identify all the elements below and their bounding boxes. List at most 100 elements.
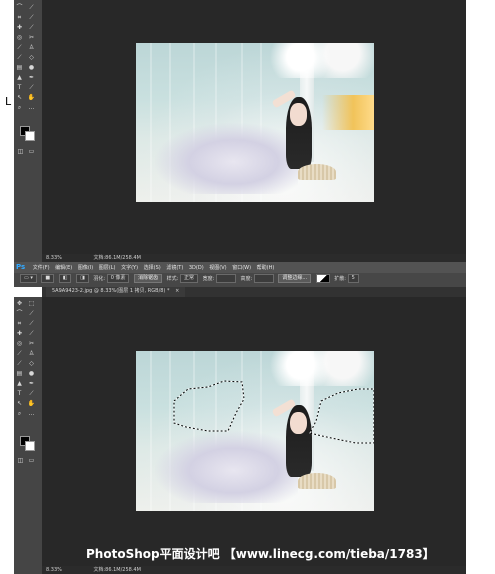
screen-mode-icon[interactable]: ▭: [28, 148, 35, 155]
menu-help[interactable]: 帮助(H): [257, 265, 275, 271]
refine-edge-button[interactable]: 调整边缘...: [278, 274, 312, 283]
menu-select[interactable]: 选择(S): [144, 265, 161, 271]
gradient-icon[interactable]: ▤: [16, 64, 23, 71]
feather-input[interactable]: 0 像素: [106, 274, 130, 283]
menu-3d[interactable]: 3D(D): [189, 265, 204, 271]
eyedropper-icon[interactable]: ⟋: [28, 320, 35, 327]
crop-icon[interactable]: ✂: [28, 34, 35, 41]
bottom-canvas: PhotoShop平面设计吧 【www.linecg.com/tieba/178…: [42, 297, 466, 566]
stamp-icon[interactable]: ♙: [28, 44, 35, 51]
zoom-icon[interactable]: ⌕: [16, 104, 23, 111]
selection-add-icon[interactable]: ◧: [58, 274, 72, 283]
style-select[interactable]: 正常: [179, 274, 198, 283]
path-select-icon[interactable]: ↖: [16, 400, 23, 407]
selection-marquee[interactable]: [136, 351, 374, 511]
blur-icon[interactable]: ●: [28, 64, 35, 71]
feather-label: 羽化:: [93, 276, 106, 282]
crop-icon[interactable]: ⌗: [16, 320, 23, 327]
hand-icon[interactable]: ✋: [28, 94, 35, 101]
patch-icon[interactable]: ◎: [16, 340, 23, 347]
eraser-icon[interactable]: ◇: [28, 360, 35, 367]
eyedropper-icon[interactable]: ⟋: [28, 14, 35, 21]
healing-brush-icon[interactable]: ✚: [16, 330, 23, 337]
screen-mode-icon[interactable]: ▭: [28, 457, 35, 464]
watermark: PhotoShop平面设计吧 【www.linecg.com/tieba/178…: [86, 547, 435, 561]
text-icon[interactable]: T: [16, 84, 23, 91]
top-status-bar: 8.33% 文档:86.1M/258.4M: [42, 254, 466, 262]
more-icon[interactable]: …: [28, 410, 35, 417]
style-label: 样式:: [166, 276, 179, 282]
hand-icon[interactable]: ✋: [28, 400, 35, 407]
document-title: 5A9A9423-2.jpg @ 8.33%(图层 1 拷贝, RGB/8) *: [52, 288, 170, 294]
selection-subtract-icon[interactable]: ◨: [76, 274, 89, 283]
eraser-icon[interactable]: ◇: [28, 54, 35, 61]
brush-icon[interactable]: ⟋: [28, 24, 35, 31]
ps-logo: Ps: [16, 263, 26, 271]
quick-mask-icon[interactable]: ◫: [17, 457, 24, 464]
history-brush-icon[interactable]: ⟋: [16, 360, 23, 367]
patch-icon[interactable]: ◎: [16, 34, 23, 41]
mode-select[interactable]: 5: [347, 274, 359, 283]
width-input[interactable]: [215, 274, 236, 283]
menu-window[interactable]: 窗口(W): [232, 265, 251, 271]
width-label: 宽度:: [202, 276, 215, 282]
history-brush-icon[interactable]: ⟋: [16, 54, 23, 61]
document-tab[interactable]: 5A9A9423-2.jpg @ 8.33%(图层 1 拷贝, RGB/8) *…: [46, 287, 186, 297]
background-color-swatch[interactable]: [25, 441, 35, 451]
top-tools-panel: ⌒ ⟋ ⌗ ⟋ ✚ ⟋ ◎ ✂ ⟋ ♙ ⟋ ◇ ▤ ● ▲ ✒ T ⟋ ↖ ✋ …: [14, 0, 42, 262]
menu-view[interactable]: 视图(V): [209, 265, 226, 271]
document-tabs: 5A9A9423-2.jpg @ 8.33%(图层 1 拷贝, RGB/8) *…: [42, 287, 466, 297]
options-bar: ▭ ▾ ■ ◧ ◨ 羽化: 0 像素 消除锯齿 样式: 正常 宽度: 高度: 调…: [14, 273, 466, 287]
magic-wand-icon[interactable]: ⟋: [28, 310, 35, 317]
dodge-icon[interactable]: ▲: [16, 74, 23, 81]
brush-icon[interactable]: ⟋: [16, 350, 23, 357]
bottom-status-bar: 8.33% 文档:86.1M/258.4M: [42, 566, 466, 574]
zoom-level: 8.33%: [46, 255, 62, 261]
crop-icon[interactable]: ⌗: [16, 14, 23, 21]
eyedropper-icon[interactable]: ⟋: [28, 4, 35, 11]
text-icon[interactable]: T: [16, 390, 23, 397]
marquee-preset-icon[interactable]: ▭ ▾: [20, 274, 37, 283]
healing-brush-icon[interactable]: ✚: [16, 24, 23, 31]
background-color-swatch[interactable]: [25, 131, 35, 141]
path-select-icon[interactable]: ↖: [16, 94, 23, 101]
zoom-level: 8.33%: [46, 567, 62, 573]
path-select-icon[interactable]: ⟋: [28, 390, 35, 397]
zoom-icon[interactable]: ⌕: [16, 410, 23, 417]
pen-icon[interactable]: ✒: [28, 74, 35, 81]
height-input[interactable]: [253, 274, 274, 283]
menu-type[interactable]: 文字(Y): [121, 265, 138, 271]
menu-image[interactable]: 图像(I): [78, 265, 93, 271]
marquee-icon[interactable]: ⬚: [28, 300, 35, 307]
bottom-screenshot: Ps 文件(F) 编辑(E) 图像(I) 图层(L) 文字(Y) 选择(S) 滤…: [14, 262, 466, 574]
dodge-icon[interactable]: ▲: [16, 380, 23, 387]
selection-new-icon[interactable]: ■: [41, 274, 55, 283]
brush-icon[interactable]: ⟋: [28, 330, 35, 337]
top-photo: [136, 43, 374, 202]
top-screenshot: ⌒ ⟋ ⌗ ⟋ ✚ ⟋ ◎ ✂ ⟋ ♙ ⟋ ◇ ▤ ● ▲ ✒ T ⟋ ↖ ✋ …: [14, 0, 466, 262]
blur-icon[interactable]: ●: [28, 370, 35, 377]
stamp-icon[interactable]: ♙: [28, 350, 35, 357]
height-label: 高度:: [240, 276, 253, 282]
side-letter: L: [5, 95, 12, 108]
lasso-icon[interactable]: ⌒: [16, 310, 23, 317]
more-icon[interactable]: …: [28, 104, 35, 111]
menu-edit[interactable]: 编辑(E): [55, 265, 72, 271]
brush-icon[interactable]: ⟋: [16, 44, 23, 51]
bottom-tools-panel: ✥ ⬚ ⌒ ⟋ ⌗ ⟋ ✚ ⟋ ◎ ✂ ⟋ ♙ ⟋ ◇ ▤ ● ▲ ✒ T ⟋ …: [14, 297, 42, 574]
crop-icon[interactable]: ✂: [28, 340, 35, 347]
mode-label: 扩散:: [334, 276, 346, 282]
path-select-icon[interactable]: ⟋: [28, 84, 35, 91]
menu-file[interactable]: 文件(F): [33, 265, 50, 271]
menu-layer[interactable]: 图层(L): [99, 265, 116, 271]
menu-filter[interactable]: 滤镜(T): [166, 265, 183, 271]
gradient-icon[interactable]: ▤: [16, 370, 23, 377]
pen-icon[interactable]: ✒: [28, 380, 35, 387]
antialias-checkbox[interactable]: 消除锯齿: [134, 274, 163, 283]
lasso-icon[interactable]: ⌒: [16, 4, 23, 11]
move-icon[interactable]: ✥: [16, 300, 23, 307]
color-swatch-icon[interactable]: [315, 274, 330, 283]
close-icon[interactable]: ×: [175, 288, 179, 294]
selection-left-white: [173, 380, 245, 432]
quick-mask-icon[interactable]: ◫: [17, 148, 24, 155]
